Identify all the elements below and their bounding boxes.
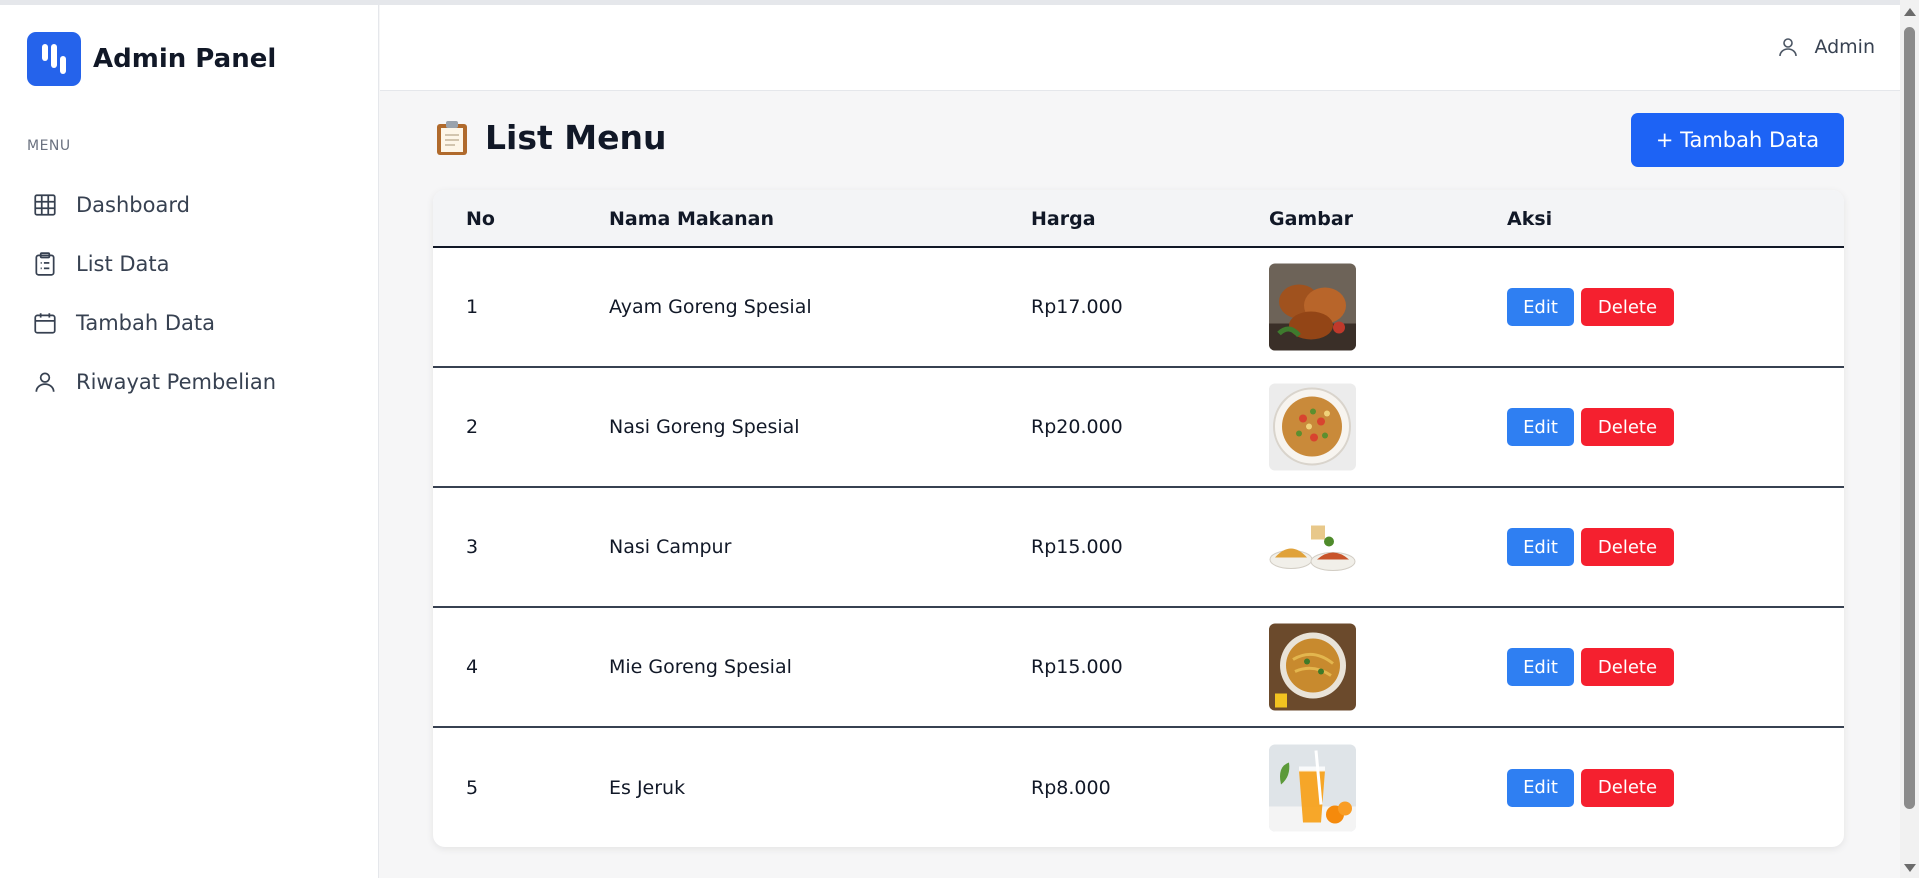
page-heading: List Menu [435,118,666,157]
sidebar-item-label: Tambah Data [76,310,216,335]
calendar-icon [34,312,56,334]
sidebar-item-riwayat-pembelian[interactable]: Riwayat Pembelian [27,352,357,411]
sidebar-item-label: Dashboard [76,192,190,217]
table-row: 3 Nasi Campur Rp15.000 Edit Delete [433,488,1844,608]
edit-button[interactable]: Edit [1507,648,1574,686]
sidebar-item-dashboard[interactable]: Dashboard [27,175,357,234]
table-row: 5 Es Jeruk Rp8.000 Edit Delete [433,728,1844,847]
sidebar-item-label: List Data [76,251,170,276]
food-price: Rp15.000 [1031,536,1123,558]
column-header-no: No [466,208,495,230]
food-name: Nasi Goreng Spesial [609,416,800,438]
food-price: Rp15.000 [1031,656,1123,678]
user-name: Admin [1814,36,1875,58]
food-name: Nasi Campur [609,536,732,558]
column-header-image: Gambar [1269,208,1354,230]
menu-table: No Nama Makanan Harga Gambar Aksi 1 Ayam… [433,190,1844,847]
edit-button[interactable]: Edit [1507,528,1574,566]
row-number: 2 [466,416,479,438]
clipboard-icon [435,120,469,156]
page-title: List Menu [485,118,667,157]
sidebar-nav: Dashboard List Data Tambah Data Riwayat … [27,175,357,411]
food-image [1269,263,1356,351]
delete-button[interactable]: Delete [1581,648,1674,686]
scroll-down-arrow-icon[interactable] [1904,864,1916,872]
row-actions: Edit Delete [1507,648,1674,686]
user-icon [35,371,55,392]
food-image [1269,503,1356,591]
food-name: Ayam Goreng Spesial [609,296,812,318]
column-header-name: Nama Makanan [609,208,775,230]
brand-logo-icon [27,32,81,86]
delete-button[interactable]: Delete [1581,768,1674,807]
column-header-action: Aksi [1507,208,1553,230]
delete-button[interactable]: Delete [1581,408,1674,446]
food-price: Rp17.000 [1031,296,1123,318]
food-price: Rp8.000 [1031,776,1111,799]
user-icon [1779,38,1798,57]
food-name: Es Jeruk [609,776,686,799]
row-number: 3 [466,536,479,558]
row-actions: Edit Delete [1507,528,1674,566]
row-actions: Edit Delete [1507,288,1674,326]
food-image [1269,383,1356,471]
sidebar: Admin Panel MENU Dashboard List Data Tam… [0,5,379,878]
table-row: 1 Ayam Goreng Spesial Rp17.000 Edit Delet… [433,248,1844,368]
brand-title: Admin Panel [93,44,277,74]
row-actions: Edit Delete [1507,408,1674,446]
menu-section-label: MENU [27,138,71,154]
row-number: 4 [466,656,479,678]
sidebar-item-label: Riwayat Pembelian [76,369,277,394]
row-number: 5 [466,776,479,799]
food-name: Mie Goreng Spesial [609,656,792,678]
edit-button[interactable]: Edit [1507,768,1574,807]
delete-button[interactable]: Delete [1581,288,1674,326]
column-header-price: Harga [1031,208,1096,230]
user-menu[interactable]: Admin [1776,35,1875,59]
brand[interactable]: Admin Panel [27,32,276,86]
sidebar-item-list-data[interactable]: List Data [27,234,357,293]
table-header: No Nama Makanan Harga Gambar Aksi [433,190,1844,248]
edit-button[interactable]: Edit [1507,288,1574,326]
row-actions: Edit Delete [1507,768,1674,807]
clipboard-list-icon [35,251,55,276]
top-header: Admin [380,5,1900,91]
table-row: 2 Nasi Goreng Spesial Rp20.000 Edit Delet… [433,368,1844,488]
table-row: 4 Mie Goreng Spesial Rp15.000 Edit Delete [433,608,1844,728]
scrollbar-thumb[interactable] [1904,27,1915,809]
food-price: Rp20.000 [1031,416,1123,438]
sidebar-item-tambah-data[interactable]: Tambah Data [27,293,357,352]
food-image [1269,744,1356,831]
add-data-button[interactable]: + Tambah Data [1631,113,1844,167]
vertical-scrollbar[interactable] [1900,0,1919,878]
delete-button[interactable]: Delete [1581,528,1674,566]
edit-button[interactable]: Edit [1507,408,1574,446]
row-number: 1 [466,296,479,318]
food-image [1269,623,1356,711]
grid-icon [34,193,56,216]
scroll-up-arrow-icon[interactable] [1904,8,1916,16]
